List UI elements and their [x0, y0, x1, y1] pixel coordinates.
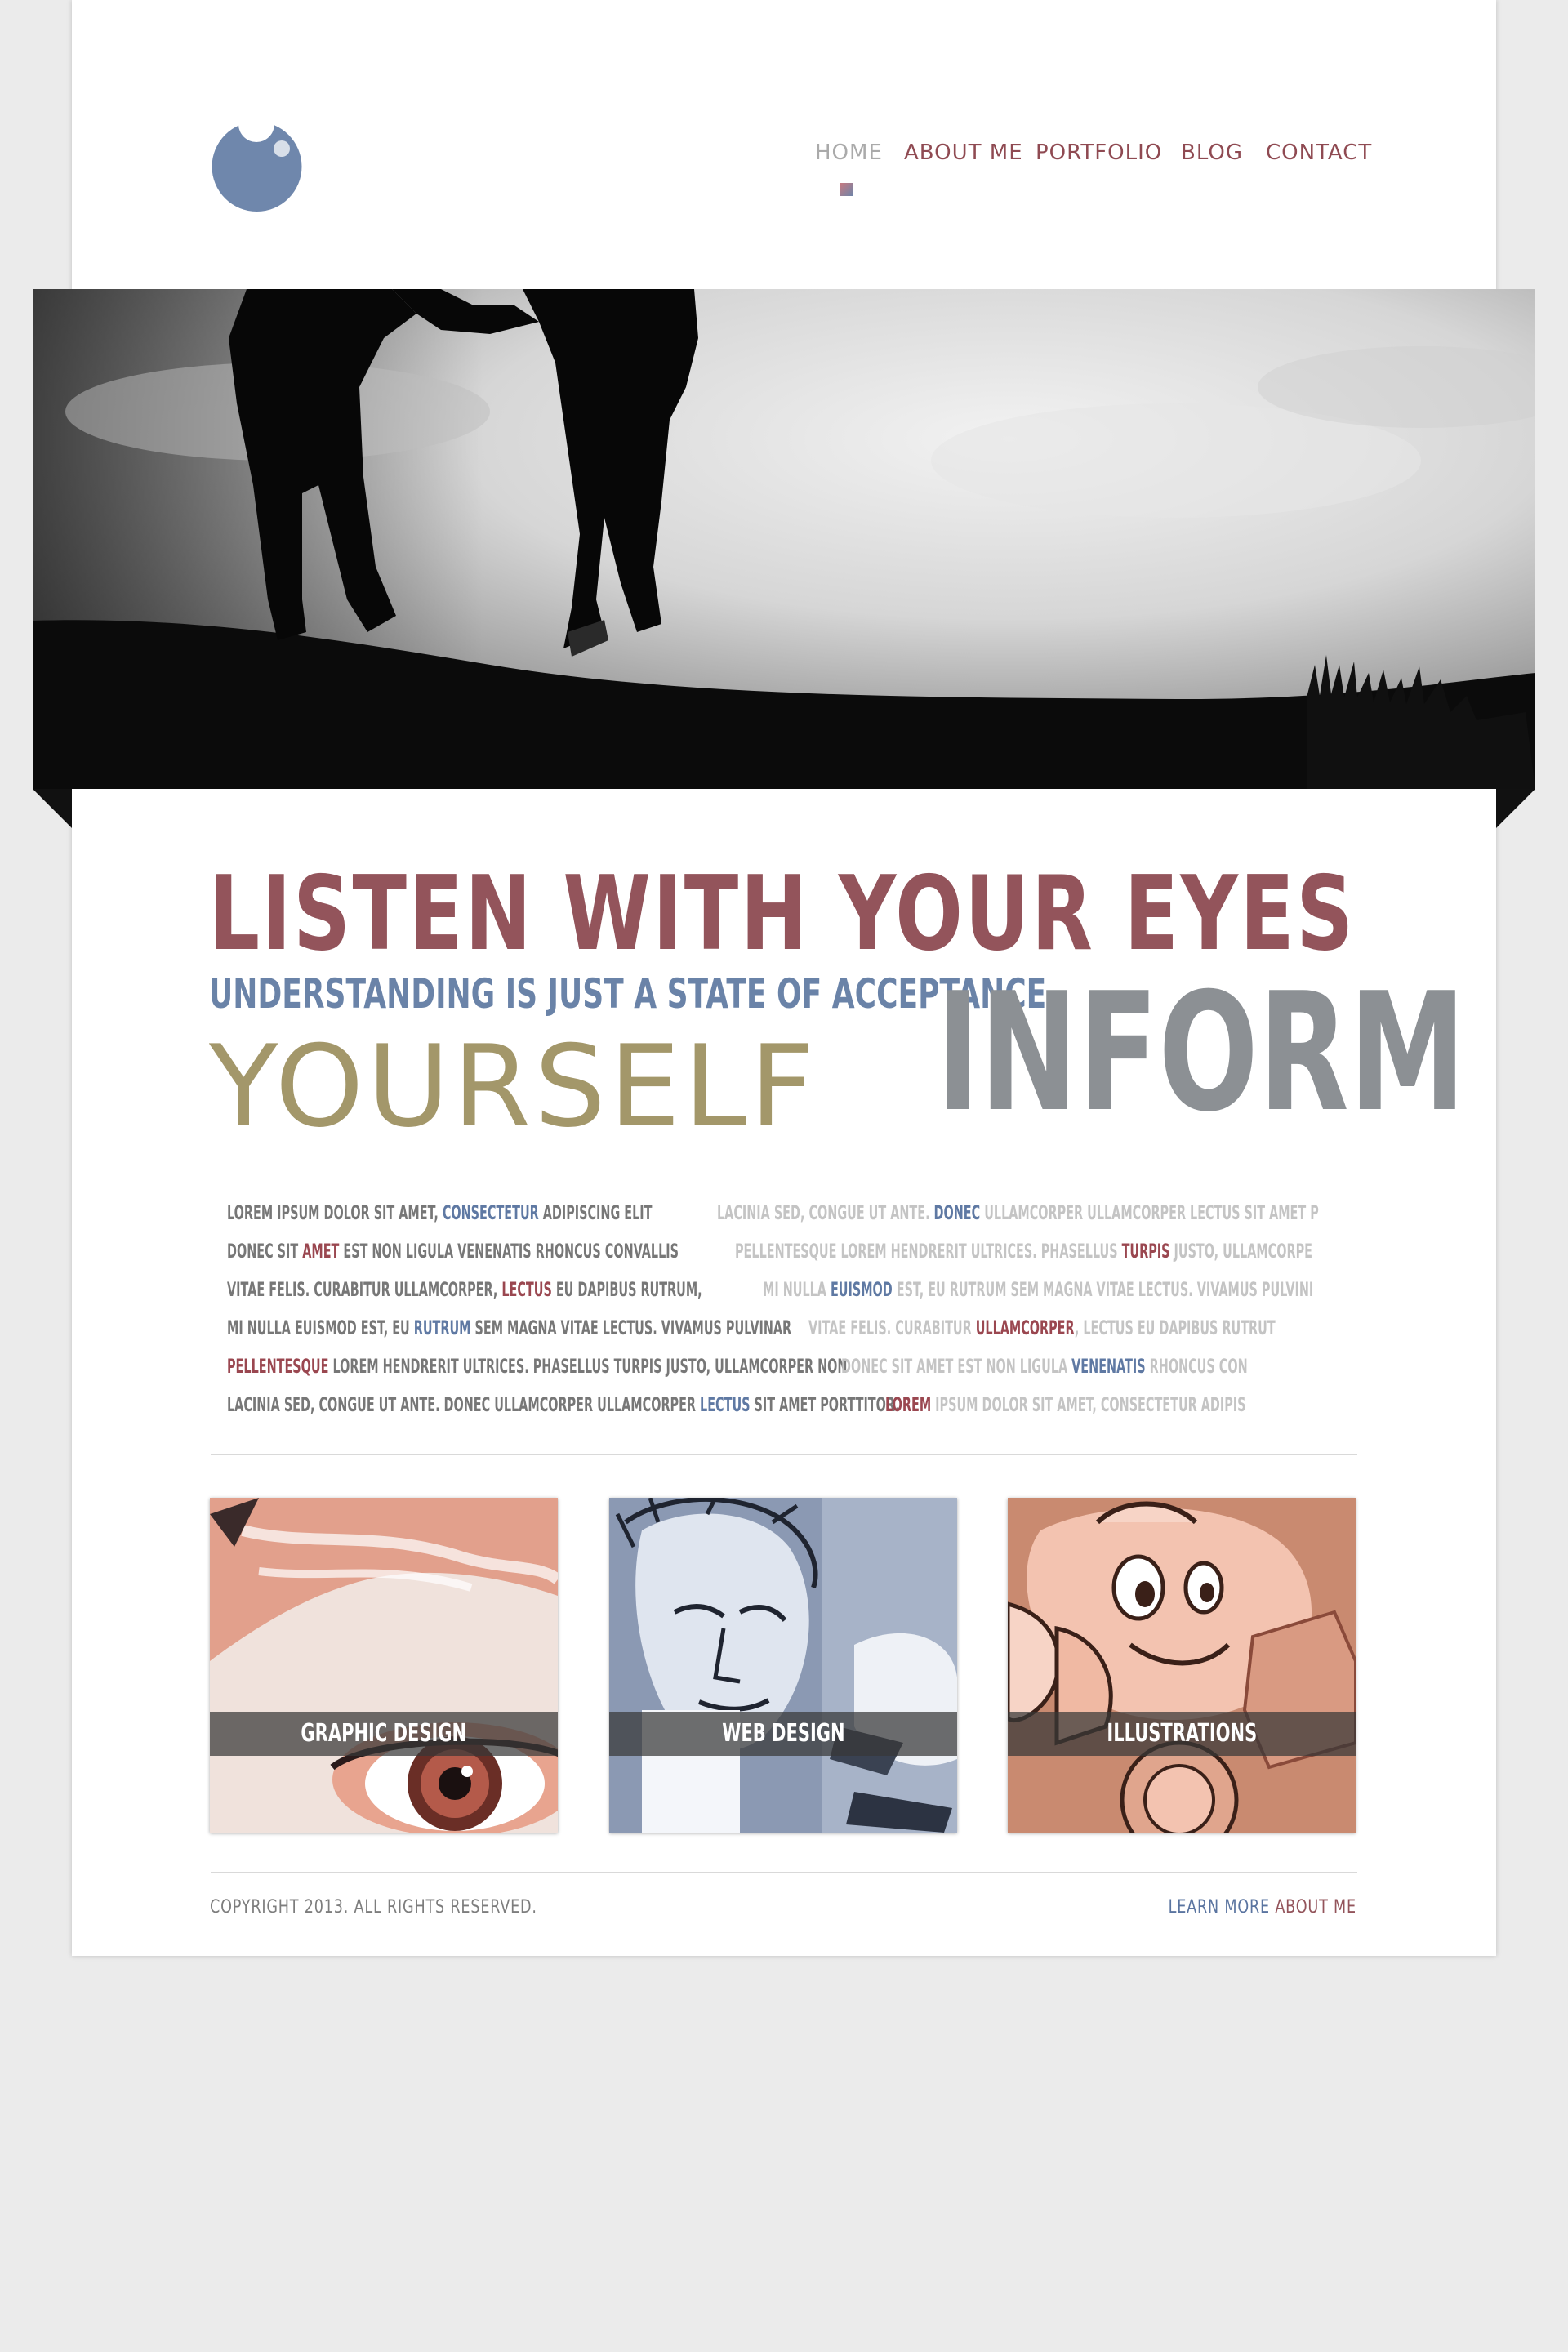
lorem-fragment: DONEC — [933, 1201, 981, 1224]
lorem-line: VITAE FELIS. CURABITUR ULLAMCORPER, LECT… — [808, 1316, 1276, 1340]
lorem-fragment: ADIPISCING ELIT — [538, 1201, 653, 1224]
cartoon-character-illustration-icon — [1008, 1498, 1356, 1833]
lorem-line: PELLENTESQUE LOREM HENDRERIT ULTRICES. P… — [735, 1239, 1312, 1263]
hero-image — [33, 289, 1535, 789]
main-nav: HOME ABOUT ME PORTFOLIO BLOG CONTACT — [0, 140, 1568, 189]
card-illustrations[interactable]: ILLUSTRATIONS — [1008, 1498, 1356, 1833]
learn-more-link[interactable]: LEARN MORE ABOUT ME — [1169, 1897, 1356, 1918]
headline-yourself-clip: YOURSELF — [209, 1031, 920, 1130]
lorem-fragment: VITAE FELIS. CURABITUR — [808, 1316, 976, 1339]
lorem-fragment: JUSTO, ULLAMCORPE — [1169, 1240, 1312, 1263]
about-me-label: ABOUT ME — [1270, 1897, 1356, 1918]
lorem-fragment: PELLENTESQUE — [227, 1355, 329, 1378]
card-web-design[interactable]: WEB DESIGN — [609, 1498, 957, 1833]
lorem-fragment: RUTRUM — [413, 1316, 471, 1339]
lorem-fragment: VITAE FELIS. CURABITUR ULLAMCORPER, — [227, 1278, 502, 1301]
divider-top — [211, 1454, 1357, 1455]
lorem-fragment: PELLENTESQUE LOREM HENDRERIT ULTRICES. P… — [735, 1240, 1122, 1263]
headline-inform: INFORM — [936, 958, 1467, 1148]
lorem-line: LACINIA SED, CONGUE UT ANTE. DONEC ULLAM… — [717, 1200, 1319, 1225]
nav-about-me[interactable]: ABOUT ME — [904, 140, 1023, 165]
lorem-fragment: LACINIA SED, CONGUE UT ANTE. — [717, 1201, 934, 1224]
lorem-fragment: IPSUM DOLOR SIT AMET, CONSECTETUR ADIPIS — [931, 1393, 1246, 1416]
nav-blog[interactable]: BLOG — [1181, 140, 1243, 165]
lorem-line: LOREM IPSUM DOLOR SIT AMET, CONSECTETUR … — [885, 1392, 1245, 1417]
learn-more-label: LEARN MORE — [1168, 1897, 1271, 1918]
lorem-line: MI NULLA EUISMOD EST, EU RUTRUM SEM MAGN… — [763, 1277, 1313, 1302]
lorem-line: VITAE FELIS. CURABITUR ULLAMCORPER, LECT… — [227, 1277, 702, 1302]
lorem-fragment: EU DAPIBUS RUTRUM, — [551, 1278, 702, 1301]
lorem-line: LOREM IPSUM DOLOR SIT AMET, CONSECTETUR … — [227, 1200, 652, 1225]
lorem-fragment: LACINIA SED, CONGUE UT ANTE. DONEC ULLAM… — [227, 1393, 701, 1416]
lorem-fragment: VENENATIS — [1071, 1355, 1146, 1378]
lorem-fragment: MI NULLA EUISMOD EST, EU — [227, 1316, 414, 1339]
lorem-fragment: AMET — [302, 1240, 340, 1263]
card-label: ILLUSTRATIONS — [1107, 1719, 1257, 1748]
lorem-line: DONEC SIT AMET EST NON LIGULA VENENATIS … — [227, 1239, 679, 1263]
lorem-text-block: LOREM IPSUM DOLOR SIT AMET, CONSECTETUR … — [227, 1200, 1354, 1425]
lorem-fragment: EST NON LIGULA VENENATIS RHONCUS CONVALL… — [339, 1240, 679, 1263]
divider-bottom — [211, 1872, 1357, 1873]
lorem-fragment: EST, EU RUTRUM SEM MAGNA VITAE LECTUS. V… — [892, 1278, 1314, 1301]
lorem-fragment: EUISMOD — [830, 1278, 893, 1301]
lorem-fragment: LOREM — [885, 1393, 932, 1416]
headline-subtitle: UNDERSTANDING IS JUST A STATE OF ACCEPTA… — [209, 970, 1047, 1018]
ribbon-fold-right — [1496, 789, 1535, 828]
lorem-fragment: LECTUS — [501, 1278, 552, 1301]
lorem-line: MI NULLA EUISMOD EST, EU RUTRUM SEM MAGN… — [227, 1316, 791, 1340]
active-nav-indicator — [840, 183, 853, 196]
nav-portfolio[interactable]: PORTFOLIO — [1036, 140, 1162, 165]
lorem-fragment: CONSECTETUR — [442, 1201, 539, 1224]
lorem-fragment: DONEC SIT AMET EST NON LIGULA — [841, 1355, 1072, 1378]
copyright-text: COPYRIGHT 2013. ALL RIGHTS RESERVED. — [210, 1897, 537, 1918]
card-label: WEB DESIGN — [721, 1719, 845, 1748]
card-graphic-design[interactable]: GRAPHIC DESIGN — [210, 1498, 558, 1833]
lorem-fragment: LOREM IPSUM DOLOR SIT AMET, — [227, 1201, 443, 1224]
lorem-fragment: RHONCUS CON — [1145, 1355, 1248, 1378]
lorem-fragment: TURPIS — [1121, 1240, 1170, 1263]
lorem-line: DONEC SIT AMET EST NON LIGULA VENENATIS … — [841, 1354, 1248, 1379]
lorem-column-right: LACINIA SED, CONGUE UT ANTE. DONEC ULLAM… — [717, 1200, 1354, 1425]
lorem-fragment: , LECTUS EU DAPIBUS RUTRUT — [1074, 1316, 1276, 1339]
lorem-fragment: DONEC SIT — [227, 1240, 303, 1263]
lorem-fragment: ULLAMCORPER ULLAMCORPER LECTUS SIT AMET … — [980, 1201, 1319, 1224]
lorem-fragment: MI NULLA — [763, 1278, 831, 1301]
lorem-fragment: ULLAMCORPER — [975, 1316, 1075, 1339]
nav-home[interactable]: HOME — [815, 140, 883, 165]
ribbon-fold-left — [33, 789, 72, 828]
sketch-face-illustration-icon — [609, 1498, 957, 1833]
nav-contact[interactable]: CONTACT — [1266, 140, 1372, 165]
headline-yourself: YOURSELF — [209, 1031, 818, 1130]
eye-closeup-illustration-icon — [210, 1498, 558, 1833]
headline-main: LISTEN WITH YOUR EYES — [209, 853, 1356, 973]
card-label: GRAPHIC DESIGN — [301, 1719, 467, 1748]
